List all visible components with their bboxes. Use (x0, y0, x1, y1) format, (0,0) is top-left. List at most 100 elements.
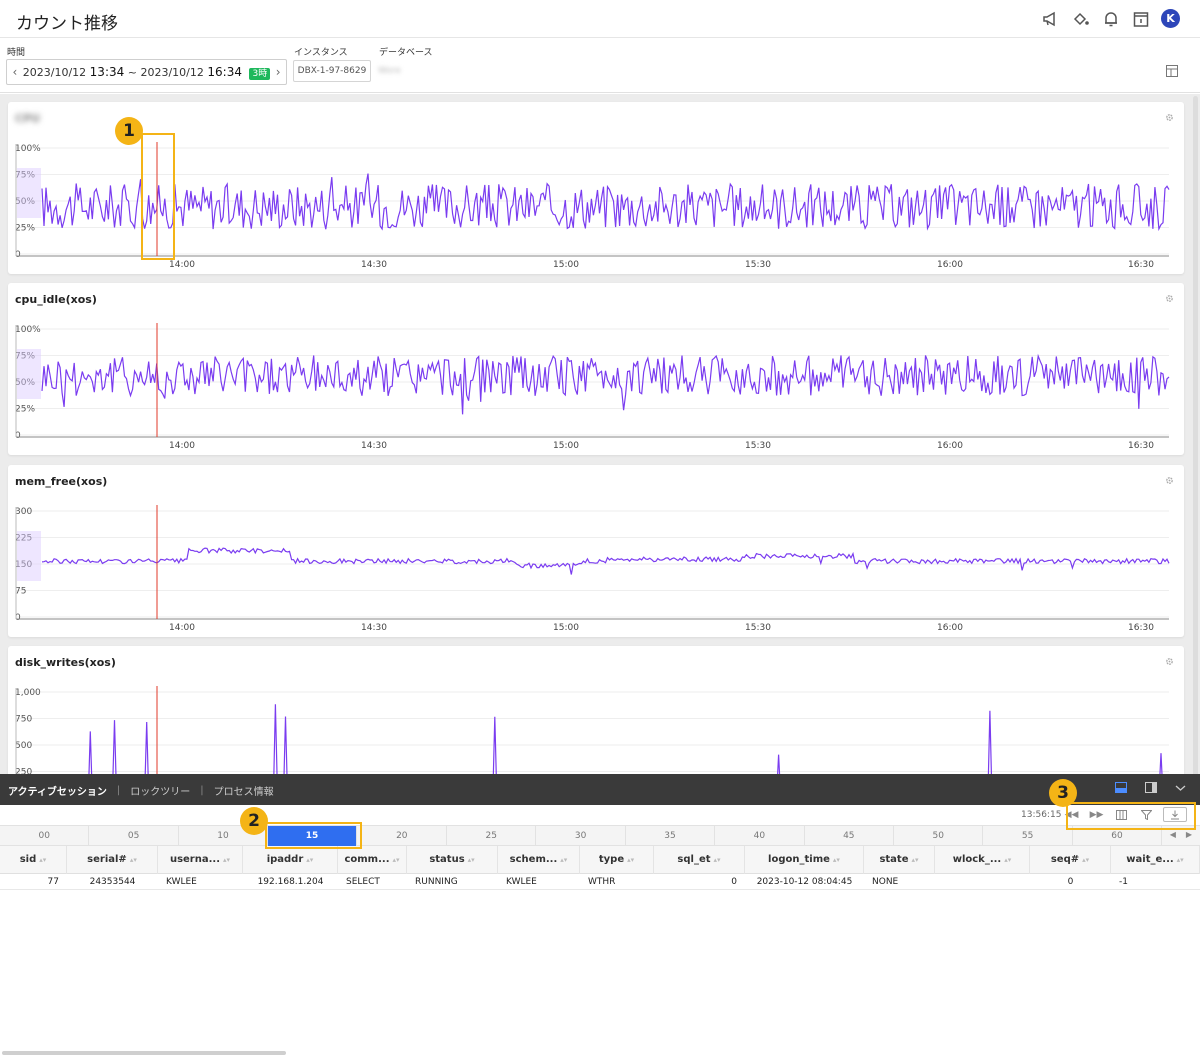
column-header-schem[interactable]: schem... ▴▾ (498, 846, 580, 874)
sort-icon[interactable]: ▴▾ (1177, 856, 1184, 864)
sort-icon[interactable]: ▴▾ (468, 856, 475, 864)
column-header-sid[interactable]: sid ▴▾ (0, 846, 67, 874)
column-header-seq[interactable]: seq# ▴▾ (1030, 846, 1111, 874)
y-tick-label: 75 (15, 587, 26, 597)
sort-icon[interactable]: ▴▾ (714, 856, 721, 864)
second-cell-55[interactable]: 55 (983, 826, 1073, 846)
second-cell-50[interactable]: 50 (894, 826, 984, 846)
sort-icon[interactable]: ▴▾ (912, 856, 919, 864)
table-cell: -1 (1119, 877, 1128, 887)
sort-icon[interactable]: ▴▾ (1004, 856, 1011, 864)
sort-icon[interactable]: ▴▾ (306, 856, 313, 864)
column-header-sql_et[interactable]: sql_et ▴▾ (654, 846, 745, 874)
column-header-logon_time[interactable]: logon_time ▴▾ (745, 846, 864, 874)
bell-icon[interactable] (1101, 9, 1120, 28)
tab-process-info[interactable]: プロセス情報 (214, 783, 274, 798)
second-cell-40[interactable]: 40 (715, 826, 805, 846)
callout-badge-1: 1 (115, 117, 143, 145)
chart-plot[interactable]: 100%75%50%25%014:00 14:30 15:00 15:30 16:00 1… (8, 283, 1184, 455)
second-cell-20[interactable]: 20 (358, 826, 447, 846)
column-header-wlock_[interactable]: wlock_... ▴▾ (935, 846, 1030, 874)
series-fade (17, 349, 41, 399)
column-header-ipaddr[interactable]: ipaddr ▴▾ (243, 846, 338, 874)
y-tick-label: 25% (15, 224, 35, 234)
sort-icon[interactable]: ▴▾ (627, 856, 634, 864)
instance-select[interactable]: DBX-1-97-8629 (293, 60, 371, 82)
callout-highlight-1 (141, 133, 175, 260)
callout-badge-3: 3 (1049, 779, 1077, 807)
megaphone-icon[interactable] (1041, 9, 1060, 28)
column-header-status[interactable]: status ▴▾ (407, 846, 498, 874)
column-header-wait_e[interactable]: wait_e... ▴▾ (1111, 846, 1200, 874)
dock-right-icon[interactable] (1145, 782, 1157, 796)
chevron-left-icon[interactable]: ‹ (7, 65, 23, 79)
tab-active-session[interactable]: アクティブセッション (8, 783, 107, 798)
database-value[interactable]: Wore (378, 66, 401, 76)
paint-bucket-icon[interactable] (1071, 9, 1090, 28)
chart-plot[interactable]: 30022515075014:00 14:30 15:00 15:30 16:00 16:… (8, 465, 1184, 637)
session-toolbar: 13:56:15 ◀◀ ▶▶ (0, 805, 1200, 825)
sort-icon[interactable]: ▴▾ (393, 856, 400, 864)
layout-icon[interactable] (1166, 65, 1178, 80)
page-title: カウント推移 (16, 14, 118, 34)
y-tick-label: 100% (15, 325, 41, 335)
tab-lock-tree[interactable]: ロックツリー (130, 783, 190, 798)
caret-right-icon[interactable]: ▶ (1186, 830, 1192, 839)
callout-badge-2: 2 (240, 807, 268, 835)
session-table-header: sid ▴▾ serial# ▴▾ userna... ▴▾ ipaddr ▴▾ comm...… (0, 846, 1200, 874)
column-header-comm[interactable]: comm... ▴▾ (338, 846, 407, 874)
duration-badge: 3時 (249, 68, 271, 80)
time-label: 時間 (7, 48, 26, 58)
chevron-down-icon[interactable] (1175, 784, 1186, 795)
table-cell (943, 874, 1022, 890)
chart-plot[interactable]: 1,000750500250 (8, 646, 1184, 774)
second-cell-00[interactable]: 00 (0, 826, 90, 846)
second-cell-30[interactable]: 30 (536, 826, 626, 846)
tab-divider: | (200, 785, 204, 796)
column-header-type[interactable]: type ▴▾ (580, 846, 654, 874)
second-cell-35[interactable]: 35 (626, 826, 716, 846)
chevron-right-icon[interactable]: › (270, 65, 286, 79)
x-tick-label: 15:30 (745, 441, 771, 451)
second-cell-05[interactable]: 05 (89, 826, 179, 846)
time-range-picker[interactable]: ‹ 2023/10/12 13:34 ~ 2023/10/12 16:34 3時… (6, 59, 287, 85)
caret-left-icon[interactable]: ◀ (1170, 830, 1176, 839)
sort-icon[interactable]: ▴▾ (39, 856, 46, 864)
bottom-tab-bar: アクティブセッション | ロックツリー | プロセス情報 (0, 774, 1200, 805)
sort-icon[interactable]: ▴▾ (833, 856, 840, 864)
second-cell-25[interactable]: 25 (447, 826, 537, 846)
sort-icon[interactable]: ▴▾ (130, 856, 137, 864)
vertical-scrollbar[interactable] (1193, 96, 1198, 774)
x-tick-label: 15:00 (553, 260, 579, 270)
y-tick-label: 750 (15, 715, 32, 725)
dock-bottom-icon[interactable] (1115, 782, 1127, 796)
x-tick-label: 16:30 (1128, 441, 1154, 451)
second-cell-45[interactable]: 45 (805, 826, 894, 846)
instance-label: インスタンス (294, 48, 348, 58)
x-tick-label: 16:30 (1128, 623, 1154, 633)
x-tick-label: 16:00 (937, 260, 963, 270)
avatar[interactable]: K (1161, 9, 1180, 28)
y-tick-label: 500 (15, 741, 32, 751)
table-cell: KWLEE (166, 877, 197, 887)
sort-icon[interactable]: ▴▾ (560, 856, 567, 864)
database-label: データベース (379, 48, 433, 58)
chart-plot[interactable]: 100%75%50%25%014:00 14:30 15:00 15:30 16:00 1… (8, 102, 1184, 274)
sort-icon[interactable]: ▴▾ (1082, 856, 1089, 864)
horizontal-scrollbar[interactable] (2, 1051, 286, 1055)
x-tick-label: 16:00 (937, 623, 963, 633)
time-range-text[interactable]: 2023/10/12 13:34 ~ 2023/10/12 16:34 3時 (23, 65, 271, 80)
table-row[interactable]: 77 24353544 KWLEE 192.168.1.204 SELECT RUNNIN… (0, 874, 1200, 890)
x-tick-label: 15:30 (745, 260, 771, 270)
column-header-state[interactable]: state ▴▾ (864, 846, 935, 874)
x-tick-label: 14:00 (169, 441, 195, 451)
archive-icon[interactable] (1131, 9, 1150, 28)
column-header-serial[interactable]: serial# ▴▾ (67, 846, 158, 874)
chart-area: CPU 100% 75% 50% 25% 0 14:00 14:30 15:00 15:30 16… (0, 94, 1200, 774)
series-line (88, 704, 1163, 774)
sort-icon[interactable]: ▴▾ (223, 856, 230, 864)
series-fade (17, 531, 41, 581)
table-cell: SELECT (346, 877, 380, 887)
column-header-userna[interactable]: userna... ▴▾ (158, 846, 243, 874)
chart-panel-cpu-idle: cpu_idle(xos) 100% 75% 50% 25% 0 14:00 14:30 15… (8, 283, 1184, 455)
